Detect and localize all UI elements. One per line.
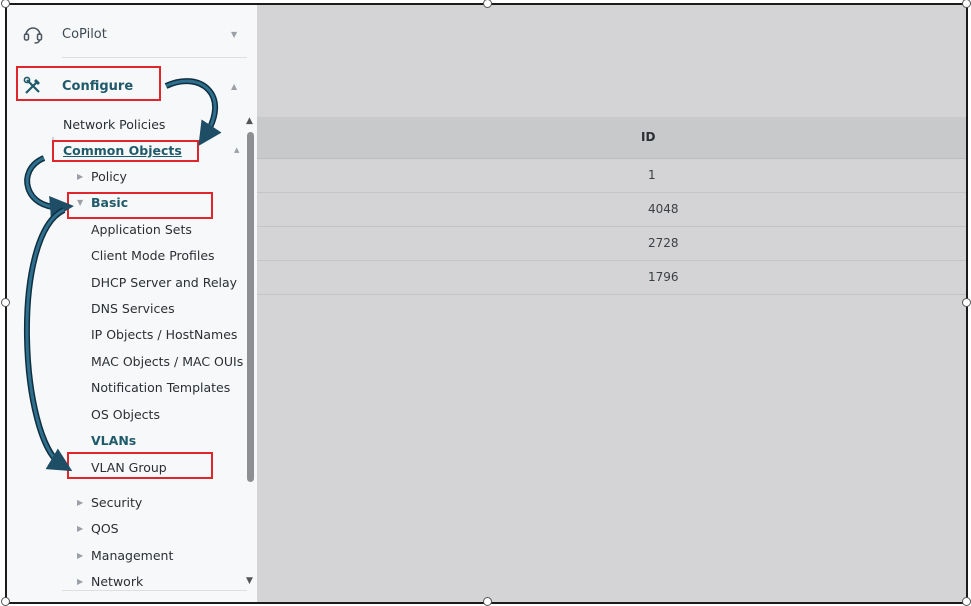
resize-handle[interactable] xyxy=(483,597,492,606)
arrow-configure-to-common xyxy=(164,78,222,147)
guide-arrows xyxy=(24,78,222,472)
resize-handle[interactable] xyxy=(1,298,10,307)
resize-handle[interactable] xyxy=(1,597,10,606)
resize-handle[interactable] xyxy=(962,597,971,606)
resize-handle[interactable] xyxy=(962,298,971,307)
arrow-common-to-basic xyxy=(24,155,74,220)
arrow-basic-to-vlan-group xyxy=(24,207,73,472)
